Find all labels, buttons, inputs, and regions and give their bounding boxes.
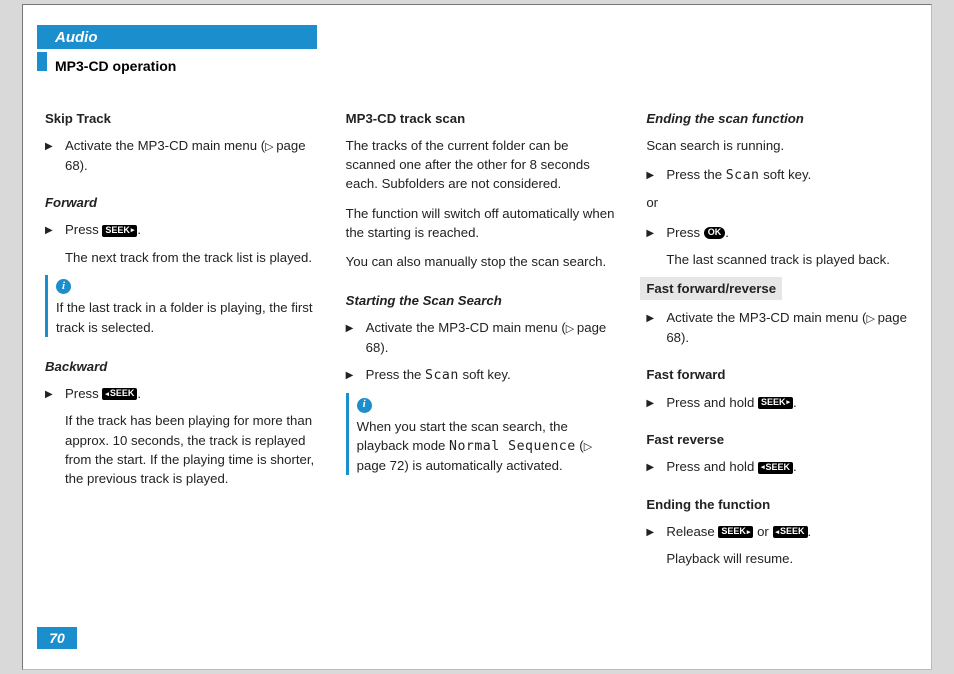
step-marker-icon	[646, 165, 658, 185]
content-columns: Skip Track Activate the MP3-CD main menu…	[45, 109, 921, 576]
info-icon: i	[357, 398, 372, 413]
step-text: Activate the MP3-CD main menu ( page 68)…	[65, 136, 320, 175]
step-text: Press SEEK.	[65, 220, 320, 240]
step-hold-seek-fwd: Press and hold SEEK.	[646, 393, 921, 413]
step-marker-icon	[646, 308, 658, 347]
info-icon: i	[56, 279, 71, 294]
step-text: Press SEEK.	[65, 384, 320, 404]
step-marker-icon	[45, 384, 57, 404]
softkey-scan-label: Scan	[726, 168, 760, 183]
paragraph: Scan search is running.	[646, 136, 921, 155]
step-marker-icon	[646, 457, 658, 477]
heading-ff-rev: Fast forward/reverse	[646, 277, 921, 300]
heading-ending-scan: Ending the scan function	[646, 109, 921, 128]
page-number: 70	[37, 627, 77, 649]
step-press-seek-fwd: Press SEEK.	[45, 220, 320, 240]
heading-track-scan: MP3-CD track scan	[346, 109, 621, 128]
step-text: Activate the MP3-CD main menu ( page 68)…	[666, 308, 921, 347]
heading-fast-forward: Fast forward	[646, 365, 921, 384]
info-note: i When you start the scan search, the pl…	[346, 393, 621, 475]
heading-ff-rev-label: Fast forward/reverse	[640, 277, 782, 300]
seek-forward-button-icon: SEEK	[102, 225, 137, 237]
column-1: Skip Track Activate the MP3-CD main menu…	[45, 109, 320, 576]
step-marker-icon	[45, 220, 57, 240]
column-3: Ending the scan function Scan search is …	[646, 109, 921, 576]
step-release: Release SEEK or SEEK.	[646, 522, 921, 542]
heading-skip-track: Skip Track	[45, 109, 320, 128]
subsection-stripe	[37, 52, 47, 71]
seek-back-button-icon: SEEK	[773, 526, 808, 538]
paragraph: You can also manually stop the scan sear…	[346, 252, 621, 271]
step-press-ok: Press OK.	[646, 223, 921, 243]
step-press-scan: Press the Scan soft key.	[346, 365, 621, 385]
step-text: Press the Scan soft key.	[666, 165, 921, 185]
step-press-seek-back: Press SEEK.	[45, 384, 320, 404]
heading-forward: Forward	[45, 193, 320, 212]
manual-page: Audio MP3-CD operation Skip Track Activa…	[22, 4, 932, 670]
page-ref-icon	[566, 320, 573, 335]
heading-backward: Backward	[45, 357, 320, 376]
result-text: The next track from the track list is pl…	[65, 248, 320, 267]
result-text: Playback will resume.	[666, 549, 921, 568]
heading-fast-reverse: Fast reverse	[646, 430, 921, 449]
step-activate-menu: Activate the MP3-CD main menu ( page 68)…	[45, 136, 320, 175]
ok-button-icon: OK	[704, 227, 726, 239]
column-2: MP3-CD track scan The tracks of the curr…	[346, 109, 621, 576]
step-text: Press and hold SEEK.	[666, 393, 921, 413]
step-text: Release SEEK or SEEK.	[666, 522, 921, 542]
step-marker-icon	[646, 223, 658, 243]
subsection-title: MP3-CD operation	[55, 57, 176, 75]
seek-forward-button-icon: SEEK	[758, 397, 793, 409]
page-number-label: 70	[49, 630, 65, 646]
heading-ending-function: Ending the function	[646, 495, 921, 514]
page-ref-icon	[866, 310, 873, 325]
or-text: or	[646, 193, 921, 212]
note-text: If the last track in a folder is playing…	[56, 298, 320, 336]
seek-forward-button-icon: SEEK	[718, 526, 753, 538]
step-text: Press and hold SEEK.	[666, 457, 921, 477]
page-ref-icon	[584, 438, 591, 453]
page-ref-icon	[265, 138, 272, 153]
heading-start-scan: Starting the Scan Search	[346, 291, 621, 310]
step-marker-icon	[646, 522, 658, 542]
paragraph: The function will switch off automatical…	[346, 204, 621, 242]
seek-back-button-icon: SEEK	[102, 388, 137, 400]
step-activate-menu: Activate the MP3-CD main menu ( page 68)…	[346, 318, 621, 357]
step-marker-icon	[346, 365, 358, 385]
step-activate-menu: Activate the MP3-CD main menu ( page 68)…	[646, 308, 921, 347]
seek-back-button-icon: SEEK	[758, 462, 793, 474]
section-tab: Audio	[37, 25, 317, 49]
step-text: Press OK.	[666, 223, 921, 243]
step-marker-icon	[45, 136, 57, 175]
result-text: If the track has been playing for more t…	[65, 411, 320, 488]
section-tab-label: Audio	[55, 29, 98, 46]
step-text: Activate the MP3-CD main menu ( page 68)…	[366, 318, 621, 357]
step-marker-icon	[646, 393, 658, 413]
step-press-scan: Press the Scan soft key.	[646, 165, 921, 185]
result-text: The last scanned track is played back.	[666, 250, 921, 269]
mode-label: Normal Sequence	[449, 439, 576, 454]
paragraph: The tracks of the current folder can be …	[346, 136, 621, 193]
step-text: Press the Scan soft key.	[366, 365, 621, 385]
info-note: i If the last track in a folder is playi…	[45, 275, 320, 337]
softkey-scan-label: Scan	[425, 368, 459, 383]
note-text: When you start the scan search, the play…	[357, 417, 621, 475]
step-hold-seek-back: Press and hold SEEK.	[646, 457, 921, 477]
step-marker-icon	[346, 318, 358, 357]
